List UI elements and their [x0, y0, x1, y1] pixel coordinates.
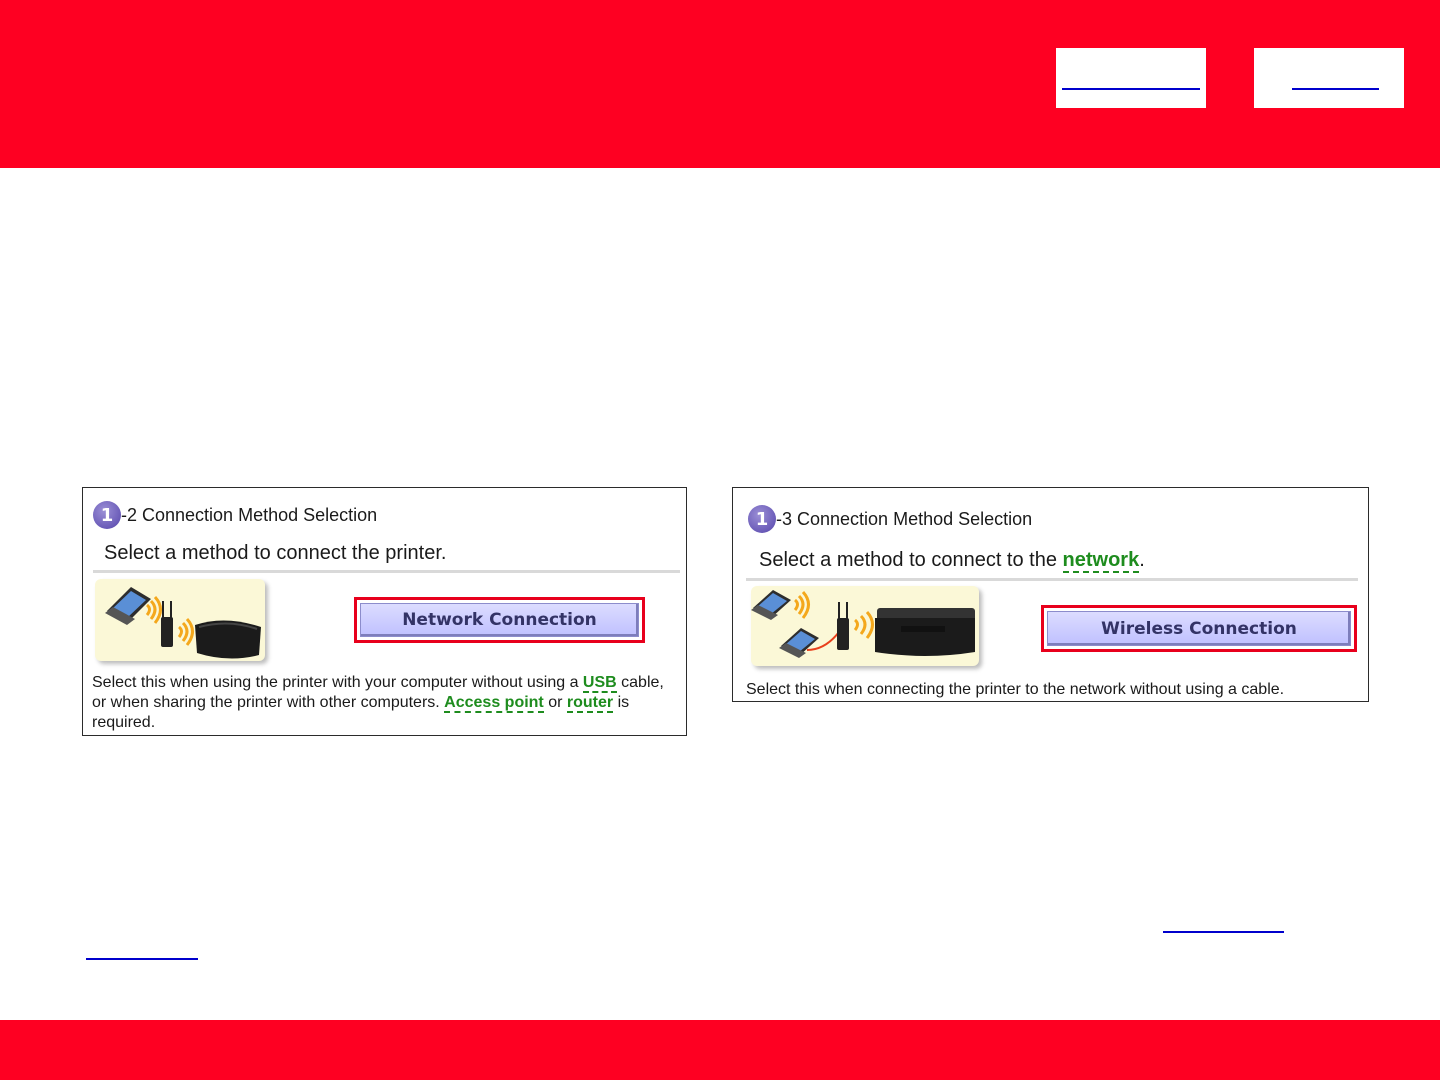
nav-button-1[interactable] [1056, 48, 1206, 108]
panel-subtitle: Select a method to connect the printer. [104, 542, 447, 564]
header-bar [0, 0, 1440, 168]
desc-text: or [543, 694, 567, 711]
wireless-connection-highlight: Wireless Connection [1041, 605, 1357, 652]
network-connection-highlight: Network Connection [354, 597, 645, 643]
desc-text: cable, [616, 674, 664, 691]
desc-line-2: or when sharing the printer with other c… [92, 693, 682, 713]
network-connection-description: Select this when using the printer with … [92, 673, 682, 733]
panel-subtitle: Select a method to connect to the networ… [759, 549, 1145, 573]
desc-text: Select this when using the printer with … [92, 674, 583, 691]
nav-link-underline-2[interactable] [1292, 88, 1379, 90]
wireless-connection-illustration [751, 586, 979, 666]
step-title: -3 Connection Method Selection [776, 508, 1033, 529]
router-term-link[interactable]: router [566, 694, 614, 713]
subtitle-text: Select a method to connect to the [759, 549, 1063, 571]
network-connection-illustration [95, 579, 265, 661]
divider [93, 570, 680, 573]
network-term-link[interactable]: network [1062, 549, 1140, 573]
footer-bar [0, 1020, 1440, 1080]
usb-term-link[interactable]: USB [582, 674, 617, 693]
connection-method-panel-network: 1 -2 Connection Method Selection Select … [82, 487, 687, 736]
nav-button-2[interactable] [1254, 48, 1404, 108]
laptop-router-printer-icon [105, 587, 261, 659]
desc-text: is [613, 694, 630, 711]
network-connection-button[interactable]: Network Connection [360, 603, 639, 637]
step-number-badge: 1 [93, 501, 121, 529]
step-number-badge: 1 [748, 505, 776, 533]
page-link-right[interactable] [1163, 931, 1284, 933]
desc-line-1: Select this when using the printer with … [92, 673, 682, 693]
subtitle-text: . [1139, 549, 1145, 571]
connection-method-panel-wireless: 1 -3 Connection Method Selection Select … [732, 487, 1369, 702]
page-link-left[interactable] [86, 958, 198, 960]
nav-link-underline-1[interactable] [1062, 88, 1200, 90]
desc-text: or when sharing the printer with other c… [92, 694, 445, 711]
wireless-connection-button[interactable]: Wireless Connection [1047, 611, 1351, 646]
step-header: 1 -3 Connection Method Selection [748, 505, 1032, 533]
step-header: 1 -2 Connection Method Selection [93, 501, 377, 529]
wireless-connection-description: Select this when connecting the printer … [746, 681, 1285, 698]
divider [746, 578, 1358, 581]
access-point-term-link[interactable]: Access point [444, 694, 544, 713]
laptops-router-printer-icon [751, 590, 975, 658]
step-title: -2 Connection Method Selection [121, 504, 378, 525]
desc-line-3: required. [92, 714, 156, 731]
